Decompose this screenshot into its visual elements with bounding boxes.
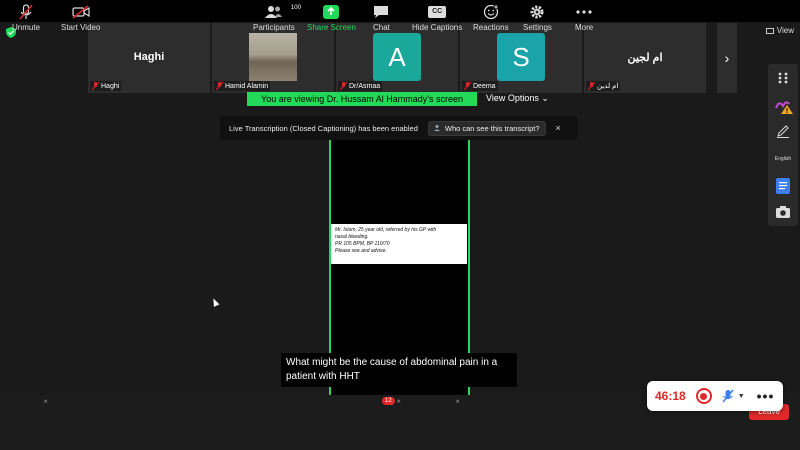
chat-button[interactable]: Chat	[373, 4, 390, 32]
settings-label: Settings	[523, 23, 552, 32]
doc-line: Mr. Islam, 25 year old, referred by his …	[335, 227, 437, 233]
recording-widget: 46:18 ▼ •••	[647, 381, 783, 411]
participant-name: Dr/Asmaa	[349, 82, 381, 90]
gear-icon	[530, 5, 544, 19]
participant-tile[interactable]: S Deema	[460, 23, 582, 93]
mic-muted-icon	[588, 82, 595, 90]
participant-label: Haghi	[90, 81, 122, 91]
reactions-button[interactable]: Reactions	[473, 4, 509, 32]
document-icon[interactable]	[768, 178, 798, 194]
participant-tile[interactable]: ام لجين ام لدين	[584, 23, 706, 93]
mic-muted-icon	[92, 82, 99, 90]
pen-icon[interactable]	[768, 124, 798, 138]
viewing-screen-banner: You are viewing Dr. Hussam Al Hammady's …	[247, 92, 477, 106]
share-screen-label: Share Screen	[307, 23, 356, 32]
participant-tile[interactable]: Haghi Haghi	[88, 23, 210, 93]
participant-name-center: Haghi	[133, 51, 165, 63]
captions-options-chevron-icon[interactable]: ^	[456, 400, 459, 407]
participant-tile[interactable]: A Dr/Asmaa	[336, 23, 458, 93]
recording-timer: 46:18	[655, 389, 686, 403]
next-page-arrow-icon[interactable]: ›	[717, 23, 737, 93]
participant-label: Hamid Alamin	[214, 81, 271, 91]
settings-button[interactable]: Settings	[523, 4, 552, 32]
more-options-icon[interactable]: •••	[757, 388, 775, 404]
whiteboard-warning-icon[interactable]	[768, 98, 798, 114]
closed-captions-icon: CC	[428, 6, 447, 18]
stop-recording-icon[interactable]	[695, 388, 712, 404]
participants-icon	[264, 6, 282, 18]
hide-captions-button[interactable]: CC Hide Captions	[412, 4, 462, 32]
chat-label: Chat	[373, 23, 390, 32]
doc-line: PR 105 BPM, BP 110/70	[335, 241, 390, 247]
doc-line: nasal bleeding.	[335, 234, 369, 240]
language-label[interactable]: English	[768, 156, 798, 162]
video-off-icon	[72, 5, 90, 19]
participants-count: 100	[290, 5, 301, 11]
participant-tile[interactable]: Hamid Alamin	[212, 23, 334, 93]
mic-muted-icon	[464, 82, 471, 90]
participant-photo	[249, 33, 297, 81]
participant-label: Dr/Asmaa	[338, 81, 383, 91]
mouse-cursor-icon	[210, 297, 220, 307]
chevron-down-icon[interactable]: ▼	[738, 393, 745, 400]
participant-name-center: ام لجين	[627, 52, 663, 64]
transcription-toast: Live Transcription (Closed Captioning) h…	[220, 116, 578, 140]
shared-document-text: Mr. Islam, 25 year old, referred by his …	[331, 224, 467, 264]
participant-name: Deema	[473, 82, 496, 90]
audio-options-chevron-icon[interactable]: ^	[44, 400, 47, 407]
mic-muted-icon	[19, 4, 33, 20]
more-dots-icon	[576, 10, 592, 14]
grid-apps-icon[interactable]	[768, 72, 798, 84]
grid-view-icon	[765, 27, 774, 34]
participant-strip: Haghi Haghi Hamid Alamin A Dr/Asmaa S De…	[88, 23, 706, 93]
start-video-button[interactable]: Start Video	[61, 4, 100, 32]
close-icon[interactable]: ×	[556, 123, 561, 133]
more-label: More	[575, 23, 594, 32]
participant-name: Hamid Alamin	[225, 82, 269, 90]
reactions-label: Reactions	[473, 23, 509, 32]
participants-label: Participants	[253, 23, 295, 32]
chat-unread-badge: 12	[382, 397, 395, 405]
participants-button[interactable]: 100 Participants	[253, 4, 301, 32]
view-button[interactable]: View	[765, 26, 794, 35]
camera-icon[interactable]	[768, 206, 798, 218]
participant-avatar: A	[373, 33, 421, 81]
live-caption: What might be the cause of abdominal pai…	[281, 353, 517, 387]
unmute-label: Unmute	[12, 23, 41, 32]
top-bar	[0, 0, 800, 22]
unmute-button[interactable]: Unmute	[12, 4, 40, 32]
participant-label: ام لدين	[586, 81, 621, 91]
who-can-see-label: Who can see this transcript?	[444, 123, 540, 133]
chat-icon	[374, 6, 389, 18]
more-button[interactable]: More	[575, 4, 593, 32]
chat-options-chevron-icon[interactable]: ^	[397, 400, 400, 407]
chevron-down-icon: ⌄	[541, 93, 549, 103]
view-options-label: View Options	[486, 93, 539, 103]
hide-captions-label: Hide Captions	[412, 23, 463, 32]
toast-message: Live Transcription (Closed Captioning) h…	[229, 123, 418, 133]
doc-line: Please see and advise.	[335, 248, 387, 254]
share-screen-button[interactable]: Share Screen	[307, 4, 356, 32]
who-can-see-transcript-button[interactable]: Who can see this transcript?	[427, 120, 546, 136]
start-video-label: Start Video	[61, 23, 101, 32]
mic-muted-icon	[216, 82, 223, 90]
mic-muted-icon[interactable]	[722, 389, 734, 403]
participant-name: Haghi	[101, 82, 120, 90]
participant-name: ام لدين	[597, 83, 619, 90]
view-options-button[interactable]: View Options ⌄	[482, 93, 553, 104]
mic-muted-icon	[340, 82, 347, 90]
reactions-icon	[483, 4, 499, 20]
annotation-toolbar: English	[768, 64, 798, 226]
share-screen-icon	[323, 5, 340, 19]
people-icon	[433, 125, 440, 131]
participant-avatar: S	[497, 33, 545, 81]
participant-label: Deema	[462, 81, 498, 91]
view-button-label: View	[776, 26, 794, 35]
